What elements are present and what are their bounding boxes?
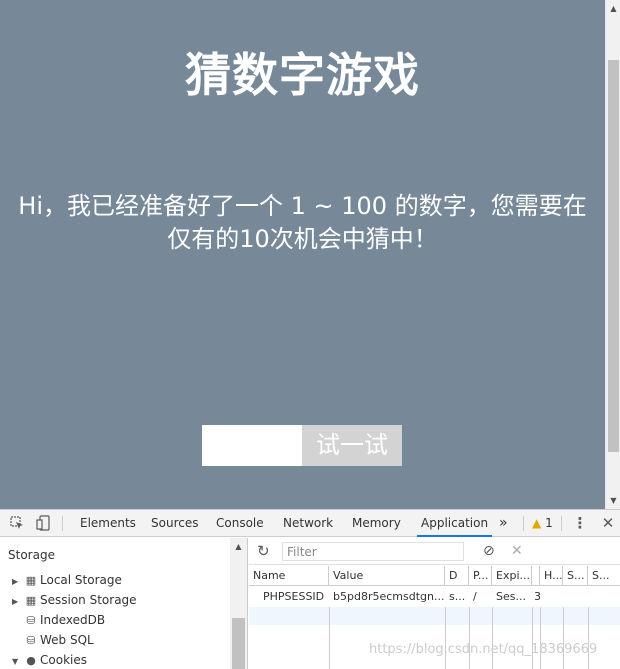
expand-arrow-icon[interactable]: ▶ — [12, 592, 22, 612]
sidebar-item-cookies[interactable]: ▼ ● Cookies — [12, 650, 87, 669]
grid-icon: ▦ — [25, 594, 37, 607]
page-title: 猜数字游戏 — [185, 48, 420, 102]
delete-selected-icon[interactable]: ✕ — [511, 538, 523, 565]
sidebar-item-session-storage[interactable]: ▶ ▦ Session Storage — [12, 590, 137, 610]
watermark-text: https://blog.csdn.net/qq_18369669 — [369, 642, 598, 657]
page-vertical-scrollbar[interactable]: ▲ ▼ — [605, 0, 620, 509]
tab-memory[interactable]: Memory — [350, 510, 403, 537]
database-icon: ⛁ — [26, 634, 36, 647]
column-header-name[interactable]: Name — [249, 566, 329, 586]
cookie-value-cell[interactable]: b5pd8r5ecmsdtgn... — [329, 587, 445, 607]
tab-application[interactable]: Application — [417, 510, 493, 537]
cookie-filter-input[interactable] — [282, 542, 464, 561]
column-header-value[interactable]: Value — [329, 566, 445, 586]
warning-counter[interactable]: ▲ 1 — [532, 510, 553, 537]
toolbar-divider — [523, 516, 524, 531]
application-sidebar: Storage ▶ ▦ Local Storage ▶ ▦ Session Storag… — [0, 538, 248, 669]
cookies-filter-bar: ↻ ⊘ ✕ — [249, 538, 620, 565]
collapse-arrow-icon[interactable]: ▼ — [12, 652, 22, 669]
column-header-size[interactable] — [532, 566, 540, 586]
sidebar-item-web-sql[interactable]: ⛁ Web SQL — [12, 630, 94, 650]
scroll-up-arrow-icon[interactable]: ▲ — [606, 0, 620, 17]
sidebar-scroll-thumb[interactable] — [232, 618, 245, 669]
storage-heading: Storage — [8, 548, 55, 562]
sidebar-item-local-storage[interactable]: ▶ ▦ Local Storage — [12, 570, 122, 590]
database-icon: ⛁ — [26, 614, 36, 627]
tab-network[interactable]: Network — [281, 510, 335, 537]
sidebar-item-label: Cookies — [40, 653, 87, 667]
devtools-toolbar: Elements Sources Console Network Memory … — [0, 510, 620, 537]
column-header-samesite[interactable]: S... — [588, 566, 620, 586]
column-header-path[interactable]: P... — [469, 566, 492, 586]
tab-elements[interactable]: Elements — [78, 510, 138, 537]
page-scroll-thumb[interactable] — [608, 60, 619, 452]
column-header-secure[interactable]: S... — [563, 566, 588, 586]
inspect-element-icon[interactable] — [6, 510, 28, 537]
cookie-path-cell[interactable]: / — [469, 587, 492, 607]
scroll-up-arrow-icon[interactable]: ▲ — [230, 542, 247, 551]
cookie-size-cell[interactable]: 3 — [532, 587, 540, 607]
tab-sources[interactable]: Sources — [149, 510, 200, 537]
sidebar-item-label: Local Storage — [40, 573, 122, 587]
warning-icon: ▲ — [532, 516, 542, 530]
more-tabs-button[interactable]: » — [497, 510, 510, 537]
browser-viewport: 猜数字游戏 Hi，我已经准备好了一个 1 ~ 100 的数字，您需要在仅有的10… — [0, 0, 620, 509]
clear-all-icon[interactable]: ⊘ — [483, 538, 495, 565]
sidebar-scrollbar[interactable]: ▲ — [230, 538, 247, 669]
game-page: 猜数字游戏 Hi，我已经准备好了一个 1 ~ 100 的数字，您需要在仅有的10… — [0, 0, 605, 509]
table-row[interactable] — [249, 607, 620, 625]
tab-console[interactable]: Console — [214, 510, 266, 537]
sidebar-item-label: IndexedDB — [40, 613, 106, 627]
grid-icon: ▦ — [25, 574, 37, 587]
cookie-icon: ● — [26, 654, 36, 667]
guess-submit-button[interactable]: 试一试 — [302, 425, 402, 466]
cookie-domain-cell[interactable]: s... — [445, 587, 469, 607]
game-intro-text: Hi，我已经准备好了一个 1 ~ 100 的数字，您需要在仅有的10次机会中猜中… — [18, 192, 587, 253]
kebab-menu-icon[interactable]: ⋮ — [569, 510, 591, 537]
expand-arrow-icon[interactable]: ▶ — [12, 572, 22, 592]
scroll-down-arrow-icon[interactable]: ▼ — [606, 492, 620, 509]
refresh-icon[interactable]: ↻ — [257, 538, 270, 565]
column-header-httponly[interactable]: H... — [540, 566, 563, 586]
column-header-domain[interactable]: D — [445, 566, 469, 586]
toolbar-divider — [62, 516, 63, 531]
device-toolbar-icon[interactable] — [32, 510, 54, 537]
column-header-expires[interactable]: Expi... — [492, 566, 532, 586]
guess-input[interactable] — [202, 425, 302, 466]
warning-count: 1 — [545, 516, 553, 530]
sidebar-item-label: Web SQL — [40, 633, 94, 647]
cookie-expires-cell[interactable]: Ses... — [492, 587, 532, 607]
sidebar-item-indexeddb[interactable]: ⛁ IndexedDB — [12, 610, 105, 630]
cookie-name-cell[interactable]: PHPSESSID — [249, 587, 329, 607]
guess-form: 试一试 — [202, 425, 402, 466]
close-icon[interactable]: ✕ — [597, 510, 619, 537]
toolbar-divider — [561, 516, 562, 531]
sidebar-item-label: Session Storage — [40, 593, 137, 607]
